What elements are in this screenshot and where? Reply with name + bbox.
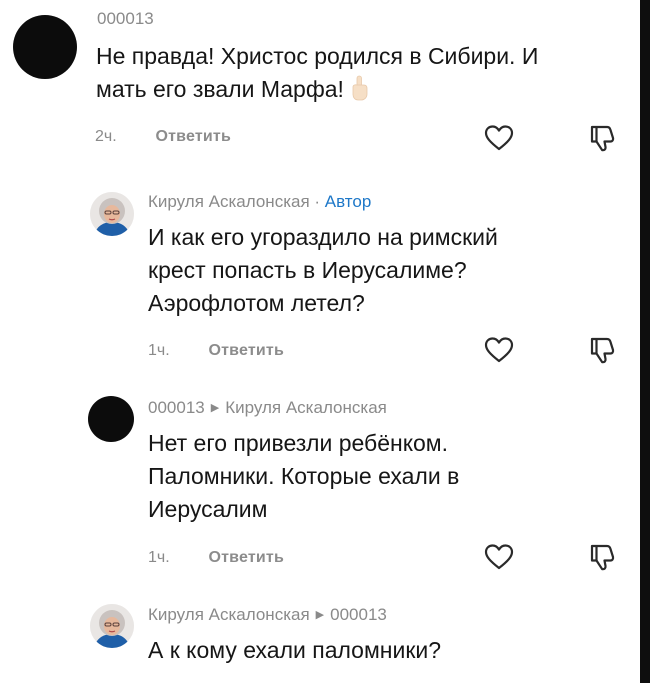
- avatar[interactable]: [90, 604, 134, 648]
- reply-button[interactable]: Ответить: [208, 549, 284, 566]
- comment-text-line: И как его угораздило на римский: [148, 224, 498, 250]
- comment-text: Не правда! Христос родился в Сибири. И м…: [96, 40, 538, 106]
- comment-reply: Кируля Аскалонская · Автор И как его уго…: [0, 180, 636, 370]
- heart-outline-icon[interactable]: [484, 543, 514, 571]
- comment-text: А к кому ехали паломники?: [148, 634, 441, 667]
- comment-text-line: мать его звали Марфа!: [96, 73, 538, 106]
- comment-actions: 1ч. Ответить: [148, 549, 284, 567]
- meta-separator: ·: [309, 192, 325, 211]
- author-badge: Автор: [324, 192, 372, 211]
- author-name[interactable]: Кируля Аскалонская: [148, 192, 310, 211]
- comment-text-line: Не правда! Христос родился в Сибири. И: [96, 43, 539, 69]
- comment-reply: Кируля Аскалонская ▶ 000013 А к кому ехали…: [0, 596, 636, 683]
- caret-right-icon: ▶: [210, 402, 220, 414]
- comment-time: 1ч.: [148, 342, 170, 359]
- avatar[interactable]: [13, 15, 77, 79]
- thumbs-down-outline-icon[interactable]: [586, 124, 616, 152]
- comment-author: Кируля Аскалонская ▶ 000013: [148, 605, 387, 625]
- heart-outline-icon[interactable]: [484, 336, 514, 364]
- comment-author: 000013 ▶ Кируля Аскалонская: [148, 398, 387, 418]
- comment-text: И как его угораздило на римский крест по…: [148, 221, 498, 320]
- author-name[interactable]: Кируля Аскалонская: [148, 605, 310, 624]
- pointing-finger-emoji-icon: [348, 75, 370, 101]
- thumbs-down-outline-icon[interactable]: [586, 543, 616, 571]
- comment-time: 2ч.: [95, 128, 117, 145]
- author-name[interactable]: 000013: [97, 9, 154, 28]
- caret-right-icon: ▶: [315, 609, 325, 621]
- comment-actions: 1ч. Ответить: [148, 342, 284, 360]
- reply-to-name[interactable]: 000013: [330, 605, 387, 624]
- comment-time: 1ч.: [148, 549, 170, 566]
- thumbs-down-outline-icon[interactable]: [586, 336, 616, 364]
- scrollbar[interactable]: [640, 0, 650, 683]
- comment-author: Кируля Аскалонская · Автор: [148, 192, 371, 212]
- reply-button[interactable]: Ответить: [208, 342, 284, 359]
- comment-actions: 2ч. Ответить: [95, 128, 231, 146]
- avatar[interactable]: [88, 396, 134, 442]
- comment-text-line: крест попасть в Иерусалиме?: [148, 257, 467, 283]
- comment-text-line: Иерусалим: [148, 496, 268, 522]
- avatar[interactable]: [90, 192, 134, 236]
- comment-reply: 000013 ▶ Кируля Аскалонская Нет его привез…: [0, 388, 636, 583]
- author-name[interactable]: 000013: [148, 398, 205, 417]
- reply-button[interactable]: Ответить: [155, 128, 231, 145]
- heart-outline-icon[interactable]: [484, 124, 514, 152]
- comment: 000013 Не правда! Христос родился в Сиби…: [0, 0, 636, 160]
- comment-text-line: А к кому ехали паломники?: [148, 637, 442, 663]
- comment-text: Нет его привезли ребёнком. Паломники. Ко…: [148, 427, 459, 526]
- comment-text-line: Аэрофлотом летел?: [148, 290, 365, 316]
- comment-author[interactable]: 000013: [97, 9, 154, 29]
- comment-text-line: Паломники. Которые ехали в: [148, 463, 460, 489]
- comment-text-line: Нет его привезли ребёнком.: [148, 430, 449, 456]
- reply-to-name[interactable]: Кируля Аскалонская: [225, 398, 387, 417]
